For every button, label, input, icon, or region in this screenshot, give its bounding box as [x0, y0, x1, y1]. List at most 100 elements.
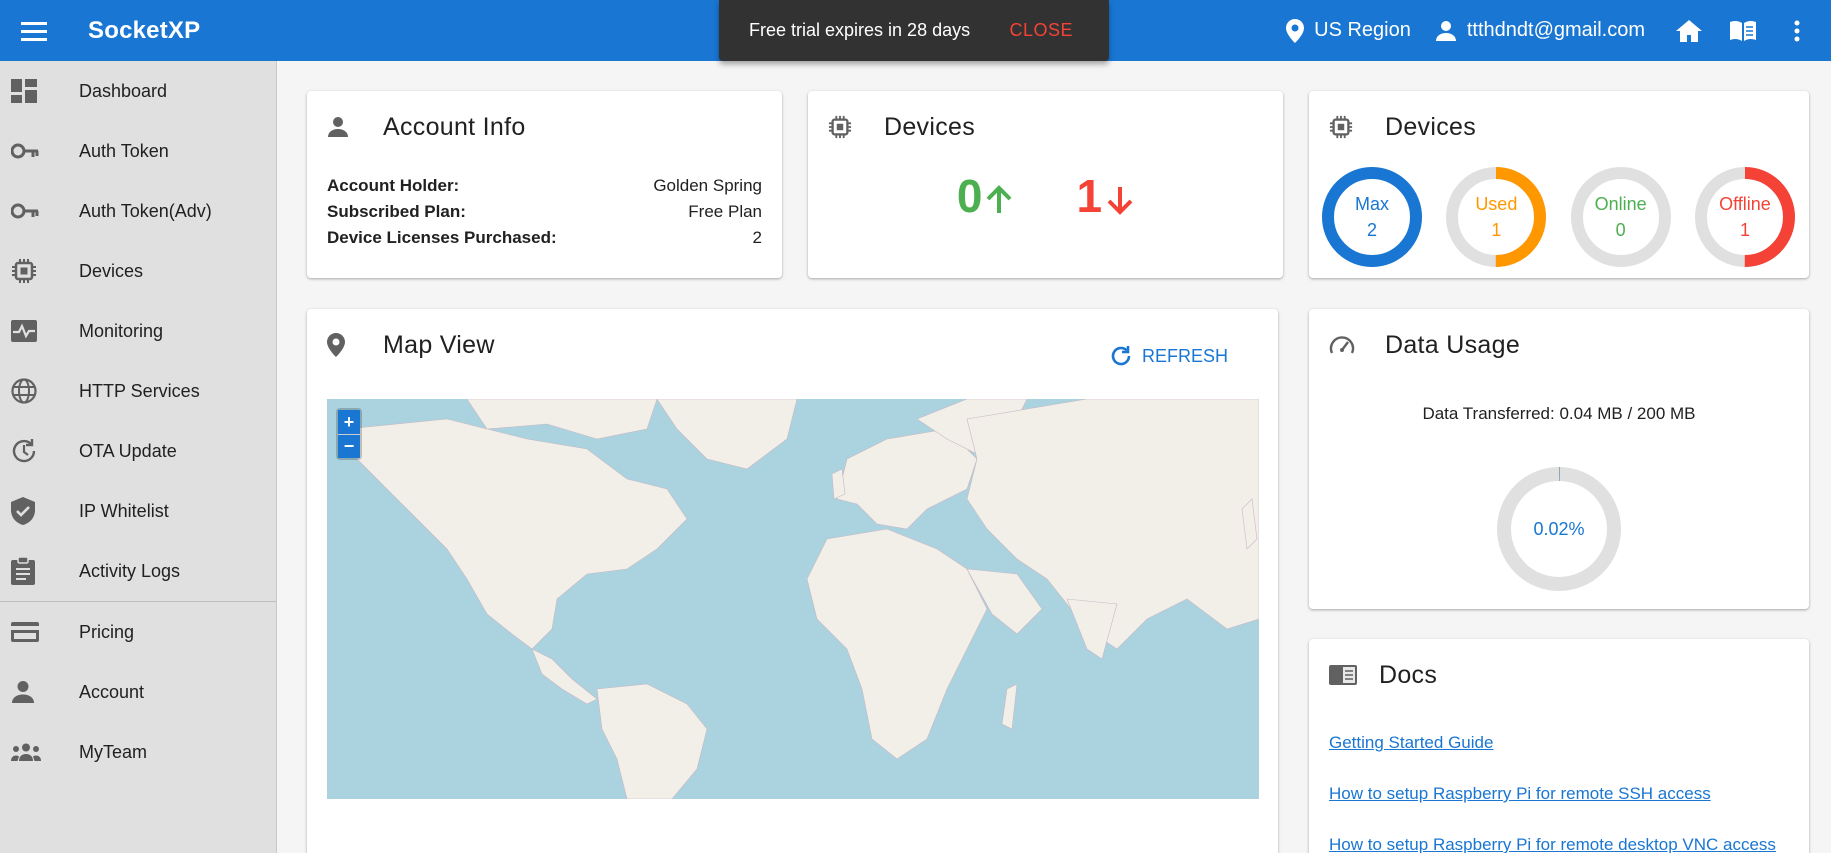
- book-icon: [1730, 20, 1756, 41]
- sidebar-item-label: Auth Token: [79, 140, 169, 161]
- hamburger-menu-icon: [21, 21, 47, 41]
- home-icon: [1676, 19, 1702, 42]
- sidebar-item-account[interactable]: Account: [0, 662, 276, 722]
- online-devices-count: 0: [957, 169, 1013, 223]
- key-icon: [11, 143, 39, 159]
- location-pin-icon: [1286, 18, 1305, 43]
- info-value: Free Plan: [688, 202, 762, 221]
- sidebar-item-activity-logs[interactable]: Activity Logs: [0, 541, 276, 601]
- person-icon: [328, 117, 348, 137]
- sidebar-item-devices[interactable]: Devices: [0, 241, 276, 301]
- devices-count-card: Devices 0 1: [808, 91, 1283, 278]
- doc-link-raspberry-pi-ssh[interactable]: How to setup Raspberry Pi for remote SSH…: [1309, 784, 1809, 804]
- ring-value: 1: [1491, 220, 1502, 240]
- info-key: Subscribed Plan:: [327, 202, 466, 221]
- docs-card: Docs Getting Started Guide How to setup …: [1309, 639, 1809, 853]
- device-ring-used: Used 1: [1444, 165, 1548, 269]
- data-usage-card: Data Usage Data Transferred: 0.04 MB / 2…: [1309, 309, 1809, 609]
- shield-icon: [11, 497, 35, 525]
- sidebar-item-label: Devices: [79, 260, 144, 281]
- dashboard-icon: [11, 79, 37, 103]
- info-key: Device Licenses Purchased:: [327, 228, 557, 247]
- card-title: Docs: [1379, 660, 1438, 689]
- home-button[interactable]: [1669, 11, 1709, 51]
- docs-book-icon: [1329, 665, 1357, 685]
- snackbar-message: Free trial expires in 28 days: [749, 20, 971, 40]
- sidebar-item-monitoring[interactable]: Monitoring: [0, 301, 276, 361]
- device-ring-max: Max 2: [1320, 165, 1424, 269]
- sidebar-item-label: Dashboard: [79, 80, 168, 101]
- world-map-graphic: [327, 399, 1259, 799]
- globe-icon: [11, 378, 37, 404]
- menu-button[interactable]: [0, 0, 68, 61]
- doc-link-raspberry-pi-vnc[interactable]: How to setup Raspberry Pi for remote des…: [1309, 835, 1809, 853]
- ring-value: 1: [1739, 220, 1750, 240]
- sidebar-item-label: Pricing: [79, 621, 135, 642]
- group-icon: [11, 743, 41, 761]
- arrow-down-icon: [1107, 187, 1133, 215]
- map-view-card: Map View REFRESH + −: [307, 309, 1278, 853]
- offline-count-value: 1: [1076, 170, 1103, 222]
- ring-label: Max: [1354, 194, 1389, 214]
- world-map[interactable]: + −: [327, 399, 1259, 799]
- update-icon: [12, 439, 36, 463]
- sidebar-item-auth-token-adv[interactable]: Auth Token(Adv): [0, 181, 276, 241]
- refresh-label: REFRESH: [1141, 345, 1228, 366]
- user-account-menu[interactable]: ttthdndt@gmail.com: [1435, 19, 1645, 42]
- ring-text: Used 1: [1444, 165, 1548, 269]
- more-vert-icon: [1794, 20, 1800, 41]
- sidebar-item-label: Auth Token(Adv): [79, 200, 212, 221]
- person-icon: [1435, 20, 1456, 41]
- sidebar-item-ip-whitelist[interactable]: IP Whitelist: [0, 481, 276, 541]
- brand-logo-text[interactable]: SocketXP: [88, 17, 200, 45]
- data-usage-ring: 0.02%: [1495, 465, 1623, 593]
- sidebar-item-myteam[interactable]: MyTeam: [0, 722, 276, 782]
- map-zoom-control: + −: [336, 408, 362, 460]
- devices-summary-card: Devices Max 2 Used 1 Online 0 Offline 1: [1309, 91, 1809, 278]
- refresh-button[interactable]: REFRESH: [1110, 345, 1228, 367]
- sidebar-item-label: Monitoring: [79, 320, 164, 341]
- snackbar-close-button[interactable]: CLOSE: [1009, 20, 1073, 41]
- ring-text: Offline 1: [1693, 165, 1797, 269]
- sidebar-item-label: MyTeam: [79, 741, 148, 762]
- info-row-subscribed-plan: Subscribed Plan: Free Plan: [307, 199, 782, 225]
- docs-book-button[interactable]: [1723, 11, 1763, 51]
- region-label: US Region: [1314, 19, 1411, 41]
- refresh-icon: [1111, 346, 1131, 366]
- card-title: Devices: [884, 112, 976, 141]
- sidebar-item-label: Account: [79, 681, 145, 702]
- zoom-in-button[interactable]: +: [338, 410, 360, 434]
- data-usage-percent: 0.02%: [1533, 519, 1585, 539]
- info-row-account-holder: Account Holder: Golden Spring: [307, 173, 782, 199]
- ring-label: Offline: [1719, 194, 1771, 214]
- more-options-button[interactable]: [1777, 11, 1817, 51]
- sidebar-item-http-services[interactable]: HTTP Services: [0, 361, 276, 421]
- sidebar-item-ota-update[interactable]: OTA Update: [0, 421, 276, 481]
- online-count-value: 0: [956, 170, 983, 222]
- device-ring-offline: Offline 1: [1693, 165, 1797, 269]
- sidebar: Dashboard Auth Token Auth Token(Adv) Dev…: [0, 61, 277, 853]
- sidebar-item-pricing[interactable]: Pricing: [0, 602, 276, 662]
- chip-icon: [1329, 115, 1353, 139]
- data-transferred-text: Data Transferred: 0.04 MB / 200 MB: [1422, 404, 1696, 423]
- sidebar-item-dashboard[interactable]: Dashboard: [0, 61, 276, 121]
- region-selector[interactable]: US Region: [1286, 18, 1411, 43]
- sidebar-item-label: IP Whitelist: [79, 500, 169, 521]
- device-ring-online: Online 0: [1569, 165, 1673, 269]
- ring-text: Max 2: [1320, 165, 1424, 269]
- arrow-up-icon: [986, 185, 1011, 213]
- sidebar-item-label: Activity Logs: [79, 560, 181, 581]
- zoom-out-button[interactable]: −: [338, 434, 360, 458]
- doc-link-getting-started[interactable]: Getting Started Guide: [1309, 733, 1809, 753]
- chip-icon: [12, 259, 36, 283]
- card-title: Map View: [383, 330, 495, 359]
- trial-snackbar: Free trial expires in 28 days CLOSE: [719, 0, 1109, 61]
- person-icon: [12, 681, 34, 703]
- card-title: Devices: [1385, 112, 1477, 141]
- sidebar-item-auth-token[interactable]: Auth Token: [0, 121, 276, 181]
- ring-text: Online 0: [1569, 165, 1673, 269]
- monitoring-icon: [11, 320, 37, 342]
- speedometer-icon: [1329, 336, 1355, 354]
- ring-value: 2: [1366, 220, 1377, 240]
- key-icon: [11, 203, 39, 219]
